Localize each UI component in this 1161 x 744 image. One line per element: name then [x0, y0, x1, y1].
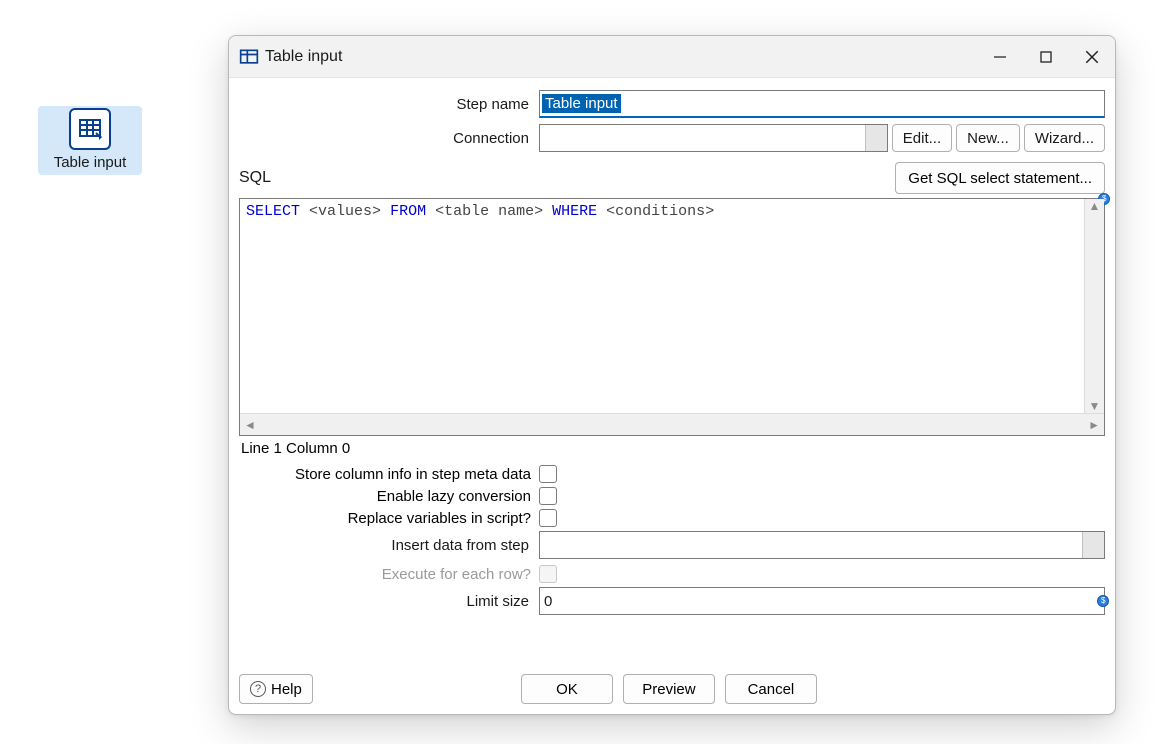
lazy-conversion-checkbox[interactable]	[539, 487, 557, 505]
limit-size-row: Limit size	[239, 587, 1105, 615]
ok-button[interactable]: OK	[521, 674, 613, 704]
dialog-client-area: Step name Table input Connection Edit...…	[229, 78, 1115, 714]
execute-each-row-label: Execute for each row?	[239, 566, 539, 583]
table-input-icon	[69, 108, 111, 150]
minimize-button[interactable]	[977, 36, 1023, 78]
cancel-button[interactable]: Cancel	[725, 674, 817, 704]
step-name-value: Table input	[542, 94, 621, 113]
scroll-left-icon[interactable]: ◄	[244, 418, 256, 432]
step-name-label: Step name	[239, 96, 539, 113]
sql-editor[interactable]: SELECT <values> FROM <table name> WHERE …	[239, 198, 1105, 436]
scroll-down-icon[interactable]: ▼	[1089, 399, 1101, 413]
connection-value	[540, 125, 865, 151]
execute-each-row-row: Execute for each row?	[239, 565, 1105, 583]
connection-row: Connection Edit... New... Wizard...	[239, 124, 1105, 152]
step-name-row: Step name Table input	[239, 90, 1105, 118]
connection-combo[interactable]	[539, 124, 888, 152]
sql-vertical-scrollbar[interactable]: ▲ ▼	[1084, 199, 1104, 413]
replace-variables-checkbox[interactable]	[539, 509, 557, 527]
title-bar[interactable]: Table input	[229, 36, 1115, 78]
lazy-conversion-label: Enable lazy conversion	[239, 488, 539, 505]
insert-from-step-combo[interactable]	[539, 531, 1105, 559]
window-icon	[239, 47, 259, 67]
help-button[interactable]: ? Help	[239, 674, 313, 704]
connection-new-button[interactable]: New...	[956, 124, 1020, 152]
canvas-step-label: Table input	[40, 154, 140, 171]
connection-dropdown-icon[interactable]	[865, 125, 887, 151]
sql-label: SQL	[239, 169, 895, 187]
lazy-conversion-row: Enable lazy conversion	[239, 487, 1105, 505]
sql-horizontal-scrollbar[interactable]: ◄ ►	[240, 413, 1104, 435]
insert-from-step-dropdown-icon[interactable]	[1082, 532, 1104, 558]
step-name-input[interactable]: Table input	[539, 90, 1105, 118]
editor-status: Line 1 Column 0	[239, 438, 1105, 465]
get-sql-button[interactable]: Get SQL select statement...	[895, 162, 1105, 194]
execute-each-row-checkbox	[539, 565, 557, 583]
canvas-step-node[interactable]: Table input	[38, 106, 142, 175]
window-title: Table input	[265, 48, 342, 66]
connection-edit-button[interactable]: Edit...	[892, 124, 952, 152]
scroll-right-icon[interactable]: ►	[1088, 418, 1100, 432]
sql-header: SQL Get SQL select statement...	[239, 162, 1105, 194]
store-column-info-checkbox[interactable]	[539, 465, 557, 483]
insert-from-step-value	[540, 532, 1082, 558]
table-input-dialog: Table input Step name Table input Connec…	[228, 35, 1116, 715]
limit-size-label: Limit size	[239, 593, 539, 610]
help-icon: ?	[250, 681, 266, 697]
connection-label: Connection	[239, 130, 539, 147]
variable-decorator-icon	[1097, 595, 1109, 607]
close-button[interactable]	[1069, 36, 1115, 78]
dialog-button-bar: ? Help OK Preview Cancel	[239, 664, 1105, 704]
preview-button[interactable]: Preview	[623, 674, 715, 704]
help-label: Help	[271, 681, 302, 698]
replace-variables-label: Replace variables in script?	[239, 510, 539, 527]
replace-variables-row: Replace variables in script?	[239, 509, 1105, 527]
insert-from-step-label: Insert data from step	[239, 537, 539, 554]
sql-text[interactable]: SELECT <values> FROM <table name> WHERE …	[240, 199, 1104, 413]
store-column-info-row: Store column info in step meta data	[239, 465, 1105, 483]
connection-wizard-button[interactable]: Wizard...	[1024, 124, 1105, 152]
maximize-button[interactable]	[1023, 36, 1069, 78]
limit-size-input[interactable]	[539, 587, 1105, 615]
insert-from-step-row: Insert data from step	[239, 531, 1105, 559]
store-column-info-label: Store column info in step meta data	[239, 466, 539, 483]
scroll-up-icon[interactable]: ▲	[1089, 199, 1101, 213]
